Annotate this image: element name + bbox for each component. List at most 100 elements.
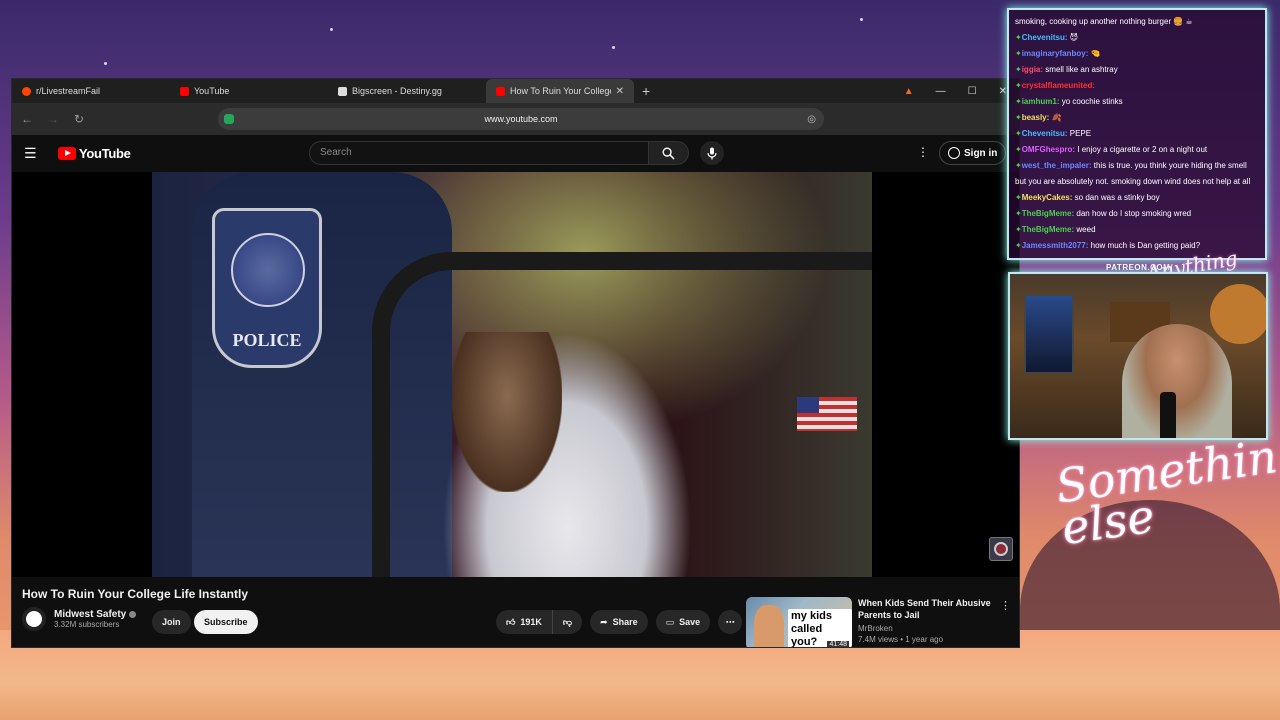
recommended-menu-icon[interactable]: ⋮	[1000, 599, 1011, 612]
thumbnail-person	[754, 605, 784, 647]
join-button[interactable]: Join	[152, 610, 191, 634]
tab-bar: r/LivestreamFail YouTube Bigscreen - Des…	[12, 79, 1019, 103]
chat-username[interactable]: beasly:	[1022, 113, 1050, 122]
hamburger-menu-icon[interactable]: ☰	[24, 145, 44, 162]
chat-text: smell like an ashtray	[1045, 65, 1118, 74]
tab-bigscreen[interactable]: Bigscreen - Destiny.gg	[328, 79, 486, 103]
subscriber-badge-icon: ✦	[1015, 97, 1022, 106]
recommended-video[interactable]: my kids called you? 41:48 When Kids Send…	[746, 597, 1011, 648]
stream-chat: smoking, cooking up another nothing burg…	[1007, 8, 1267, 260]
close-tab-icon[interactable]: ✕	[616, 86, 624, 97]
tab-current-video[interactable]: How To Ruin Your College Life ✕	[486, 79, 634, 103]
chat-username[interactable]: Chevenitsu:	[1022, 33, 1068, 42]
youtube-header: ☰ YouTube Search ⋮ Sign in	[12, 135, 1019, 171]
video-frame: POLICE	[152, 172, 872, 577]
chat-text: weed	[1076, 225, 1096, 234]
save-button[interactable]: ▭ Save	[655, 610, 711, 634]
youtube-play-icon	[58, 146, 76, 160]
subscribe-button[interactable]: Subscribe	[194, 610, 258, 634]
like-dislike-group: 👍︎ 191K 👎︎	[496, 610, 583, 634]
chat-message: ✦MeekyCakes: so dan was a stinky boy	[1015, 190, 1259, 206]
url-field[interactable]: www.youtube.com ◎	[218, 108, 824, 130]
settings-menu-icon[interactable]: ⋮	[917, 145, 929, 159]
forward-arrow-icon[interactable]: →	[46, 112, 60, 126]
lamp-decoration	[1210, 284, 1266, 344]
thumbs-up-icon: 👍︎	[506, 616, 516, 627]
new-tab-icon[interactable]: +	[634, 83, 658, 99]
subscriber-badge-icon: ✦	[1015, 225, 1022, 234]
like-button[interactable]: 👍︎ 191K	[496, 610, 553, 634]
star-decoration	[330, 28, 333, 31]
youtube-icon	[496, 86, 505, 96]
window-controls: ▲ — ☐ ✕	[904, 86, 1019, 97]
chat-text: dan how do I stop smoking wred	[1076, 209, 1192, 218]
recommended-views: 7.4M views • 1 year ago	[858, 635, 944, 644]
chat-username[interactable]: OMFGhespro:	[1022, 145, 1075, 154]
subscriber-badge-icon: ✦	[1015, 65, 1022, 74]
dislike-button[interactable]: 👎︎	[552, 610, 583, 634]
chat-username[interactable]: west_the_impaler:	[1022, 161, 1092, 170]
subscriber-badge-icon: ✦	[1015, 81, 1022, 90]
video-player[interactable]: POLICE	[12, 172, 1019, 577]
recommended-meta: When Kids Send Their Abusive Parents to …	[858, 597, 1011, 647]
recommended-thumbnail[interactable]: my kids called you? 41:48	[746, 597, 852, 648]
search-box: Search	[309, 141, 689, 165]
back-arrow-icon[interactable]: ←	[20, 112, 34, 126]
subscriber-badge-icon: ✦	[1015, 113, 1022, 122]
chat-text: 🤏	[1090, 49, 1101, 58]
police-badge-patch: POLICE	[212, 208, 322, 368]
chat-username[interactable]: iggia:	[1022, 65, 1043, 74]
subscriber-badge-icon: ✦	[1015, 49, 1022, 58]
search-button[interactable]	[649, 141, 689, 165]
channel-name-text: Midwest Safety	[54, 609, 127, 620]
chat-message: ✦Chevenitsu: 😈	[1015, 30, 1259, 46]
chat-message: ✦TheBigMeme: dan how do I stop smoking w…	[1015, 206, 1259, 222]
chat-username[interactable]: MeekyCakes:	[1022, 193, 1073, 202]
chat-username[interactable]: Chevenitsu:	[1022, 129, 1068, 138]
chat-text: PEPE	[1069, 129, 1092, 138]
maximize-icon[interactable]: ☐	[968, 86, 977, 97]
subscriber-badge-icon: ✦	[1015, 145, 1022, 154]
shield-icon[interactable]	[224, 114, 234, 124]
chat-username[interactable]: TheBigMeme:	[1022, 209, 1074, 218]
channel-watermark[interactable]	[989, 537, 1013, 561]
subscriber-count: 3.32M subscribers	[54, 620, 120, 629]
arcade-cabinet	[1024, 294, 1074, 374]
chat-username[interactable]: iamhum1:	[1022, 97, 1060, 106]
chat-username[interactable]: Jamessmith2077:	[1022, 241, 1089, 250]
close-window-icon[interactable]: ✕	[999, 86, 1007, 97]
document-icon	[338, 86, 347, 96]
sign-in-button[interactable]: Sign in	[939, 141, 1007, 165]
recommended-channel[interactable]: MrBroken	[858, 624, 1011, 633]
brave-rewards-icon[interactable]: ▲	[904, 86, 914, 97]
youtube-logo[interactable]: YouTube	[58, 146, 131, 161]
tab-label: YouTube	[194, 86, 230, 96]
voice-search-button[interactable]	[700, 141, 724, 165]
chat-username[interactable]: TheBigMeme:	[1022, 225, 1074, 234]
sign-in-label: Sign in	[964, 147, 998, 159]
reload-icon[interactable]: ↻	[72, 112, 86, 126]
more-actions-button[interactable]: ⋯	[718, 610, 743, 634]
chat-username[interactable]: imaginaryfanboy:	[1022, 49, 1089, 58]
chat-message: ✦crystalflameunited:	[1015, 78, 1259, 94]
search-input[interactable]: Search	[309, 141, 649, 165]
chat-messages: smoking, cooking up another nothing burg…	[1015, 14, 1259, 254]
webcam-feed	[1008, 272, 1268, 440]
recommended-title[interactable]: When Kids Send Their Abusive Parents to …	[858, 597, 1011, 621]
channel-name[interactable]: Midwest Safety	[54, 609, 137, 620]
streamer-microphone	[1160, 392, 1176, 438]
tab-youtube[interactable]: YouTube	[170, 79, 328, 103]
subscriber-badge-icon: ✦	[1015, 33, 1022, 42]
chat-message: ✦Chevenitsu: PEPE	[1015, 126, 1259, 142]
tab-label: How To Ruin Your College Life	[510, 86, 611, 96]
minimize-icon[interactable]: —	[936, 86, 946, 97]
tab-label: Bigscreen - Destiny.gg	[352, 86, 442, 96]
extension-icon[interactable]: ◎	[807, 114, 816, 125]
tab-livestreamfail[interactable]: r/LivestreamFail	[12, 79, 170, 103]
channel-avatar[interactable]	[22, 607, 46, 631]
share-button[interactable]: ➦ Share	[590, 610, 648, 634]
video-duration: 41:48	[827, 641, 849, 648]
chat-username[interactable]: crystalflameunited:	[1022, 81, 1095, 90]
chat-message: ✦TheBigMeme: weed	[1015, 222, 1259, 238]
more-horizontal-icon: ⋯	[725, 616, 735, 627]
